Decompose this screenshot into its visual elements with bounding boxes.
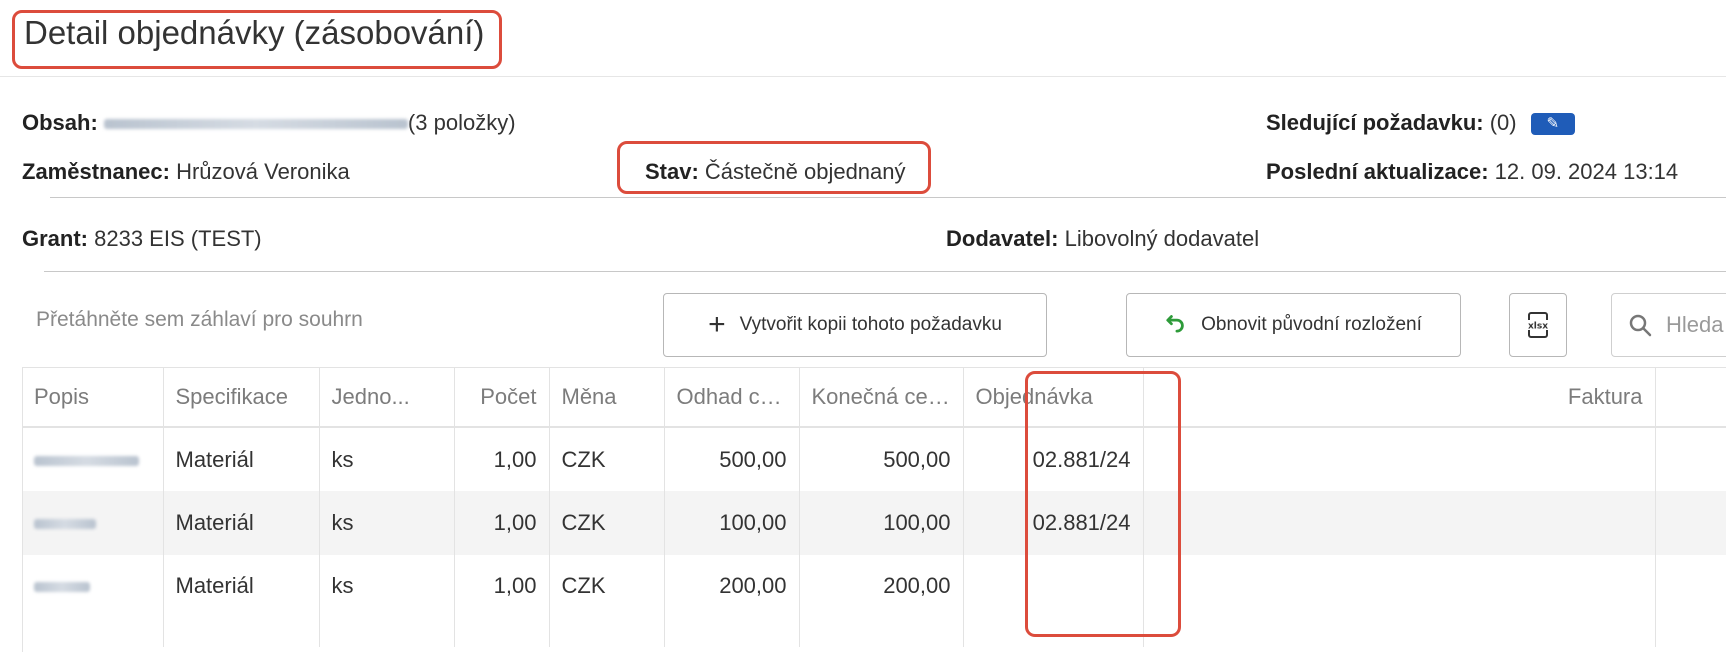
col-header-popis[interactable]: Popis bbox=[22, 367, 164, 428]
col-header-mena[interactable]: Měna bbox=[549, 367, 665, 428]
cell-faktura bbox=[1143, 491, 1656, 555]
cell-konecna: 500,00 bbox=[799, 427, 964, 491]
col-header-extra bbox=[1655, 367, 1726, 428]
cell-jednotka: ks bbox=[319, 491, 455, 555]
dodavatel-field: Dodavatel: Libovolný dodavatel bbox=[946, 226, 1259, 252]
grid-left-border bbox=[22, 367, 23, 652]
cell-faktura bbox=[1143, 427, 1656, 491]
col-header-pocet[interactable]: Počet bbox=[454, 367, 550, 428]
cell-konecna: 200,00 bbox=[799, 555, 964, 647]
cell-extra bbox=[1655, 555, 1726, 647]
info-divider-1 bbox=[50, 197, 1726, 198]
col-header-specifikace[interactable]: Specifikace bbox=[163, 367, 320, 428]
cell-jednotka: ks bbox=[319, 427, 455, 491]
plus-icon: + bbox=[708, 308, 726, 341]
reset-layout-button[interactable]: Obnovit původní rozložení bbox=[1126, 293, 1461, 357]
obsah-label: Obsah: bbox=[22, 110, 98, 135]
blurred-text bbox=[34, 519, 96, 530]
sledujici-field: Sledující požadavku: (0) ✎ bbox=[1266, 110, 1575, 136]
blurred-text bbox=[34, 582, 90, 593]
objednavka-column-highlight bbox=[1025, 371, 1181, 637]
cell-mena: CZK bbox=[549, 491, 665, 555]
grant-field: Grant: 8233 EIS (TEST) bbox=[22, 226, 262, 252]
items-grid: Popis Specifikace Jedno... Počet Měna Od… bbox=[22, 367, 1726, 647]
zamestnanec-label: Zaměstnanec: bbox=[22, 159, 170, 184]
search-icon bbox=[1629, 314, 1652, 337]
search-placeholder: Hleda bbox=[1666, 312, 1724, 337]
col-header-jednotka[interactable]: Jedno... bbox=[319, 367, 455, 428]
header-divider bbox=[0, 76, 1726, 77]
dodavatel-label: Dodavatel: bbox=[946, 226, 1059, 251]
cell-specifikace: Materiál bbox=[163, 555, 320, 647]
cell-odhad: 500,00 bbox=[664, 427, 800, 491]
cell-mena: CZK bbox=[549, 427, 665, 491]
copy-request-label: Vytvořit kopii tohoto požadavku bbox=[739, 314, 1002, 335]
title-highlight bbox=[12, 10, 502, 69]
info-divider-2 bbox=[44, 271, 1726, 272]
svg-text:xlsx: xlsx bbox=[1528, 322, 1548, 332]
sledujici-value: (0) bbox=[1489, 110, 1517, 135]
cell-popis bbox=[22, 427, 164, 491]
cell-pocet: 1,00 bbox=[454, 555, 550, 647]
col-header-konecna[interactable]: Konečná cen... bbox=[799, 367, 964, 428]
table-row[interactable]: Materiál ks 1,00 CZK 500,00 500,00 02.88… bbox=[22, 427, 1726, 491]
search-input[interactable]: Hleda bbox=[1611, 293, 1726, 357]
cell-jednotka: ks bbox=[319, 555, 455, 647]
cell-mena: CZK bbox=[549, 555, 665, 647]
cell-pocet: 1,00 bbox=[454, 427, 550, 491]
pencil-icon: ✎ bbox=[1546, 115, 1560, 133]
cell-faktura bbox=[1143, 555, 1656, 647]
cell-popis bbox=[22, 555, 164, 647]
zamestnanec-field: Zaměstnanec: Hrůzová Veronika bbox=[22, 159, 350, 185]
blurred-text bbox=[34, 455, 139, 466]
xlsx-export-icon: xlsx bbox=[1526, 312, 1550, 338]
cell-pocet: 1,00 bbox=[454, 491, 550, 555]
zamestnanec-value: Hrůzová Veronika bbox=[176, 159, 350, 184]
copy-request-button[interactable]: + Vytvořit kopii tohoto požadavku bbox=[663, 293, 1047, 357]
reset-layout-label: Obnovit původní rozložení bbox=[1201, 314, 1422, 335]
cell-specifikace: Materiál bbox=[163, 491, 320, 555]
obsah-field: Obsah: (3 položky) bbox=[22, 110, 516, 136]
export-xlsx-button[interactable]: xlsx bbox=[1509, 293, 1567, 357]
obsah-count: (3 položky) bbox=[407, 110, 516, 135]
stav-highlight bbox=[617, 141, 931, 194]
grant-label: Grant: bbox=[22, 226, 88, 251]
aktualizace-field: Poslední aktualizace: 12. 09. 2024 13:14 bbox=[1266, 159, 1678, 185]
cell-specifikace: Materiál bbox=[163, 427, 320, 491]
edit-followers-button[interactable]: ✎ bbox=[1530, 113, 1575, 136]
cell-odhad: 100,00 bbox=[664, 491, 800, 555]
cell-popis bbox=[22, 491, 164, 555]
table-row[interactable]: Materiál ks 1,00 CZK 200,00 200,00 bbox=[22, 555, 1726, 647]
col-header-faktura[interactable]: Faktura bbox=[1143, 367, 1656, 428]
cell-extra bbox=[1655, 491, 1726, 555]
grid-header-row: Popis Specifikace Jedno... Počet Měna Od… bbox=[22, 367, 1726, 428]
cell-konecna: 100,00 bbox=[799, 491, 964, 555]
dodavatel-value: Libovolný dodavatel bbox=[1064, 226, 1260, 251]
table-row[interactable]: Materiál ks 1,00 CZK 100,00 100,00 02.88… bbox=[22, 491, 1726, 555]
undo-icon bbox=[1165, 311, 1187, 339]
aktualizace-label: Poslední aktualizace: bbox=[1266, 159, 1489, 184]
cell-odhad: 200,00 bbox=[664, 555, 800, 647]
aktualizace-value: 12. 09. 2024 13:14 bbox=[1494, 159, 1679, 184]
sledujici-label: Sledující požadavku: bbox=[1266, 110, 1484, 135]
group-panel-hint[interactable]: Přetáhněte sem záhlaví pro souhrn bbox=[36, 308, 363, 332]
col-header-odhad[interactable]: Odhad ce... bbox=[664, 367, 800, 428]
grant-value: 8233 EIS (TEST) bbox=[94, 226, 262, 251]
obsah-blurred-content bbox=[103, 119, 408, 130]
cell-extra bbox=[1655, 427, 1726, 491]
